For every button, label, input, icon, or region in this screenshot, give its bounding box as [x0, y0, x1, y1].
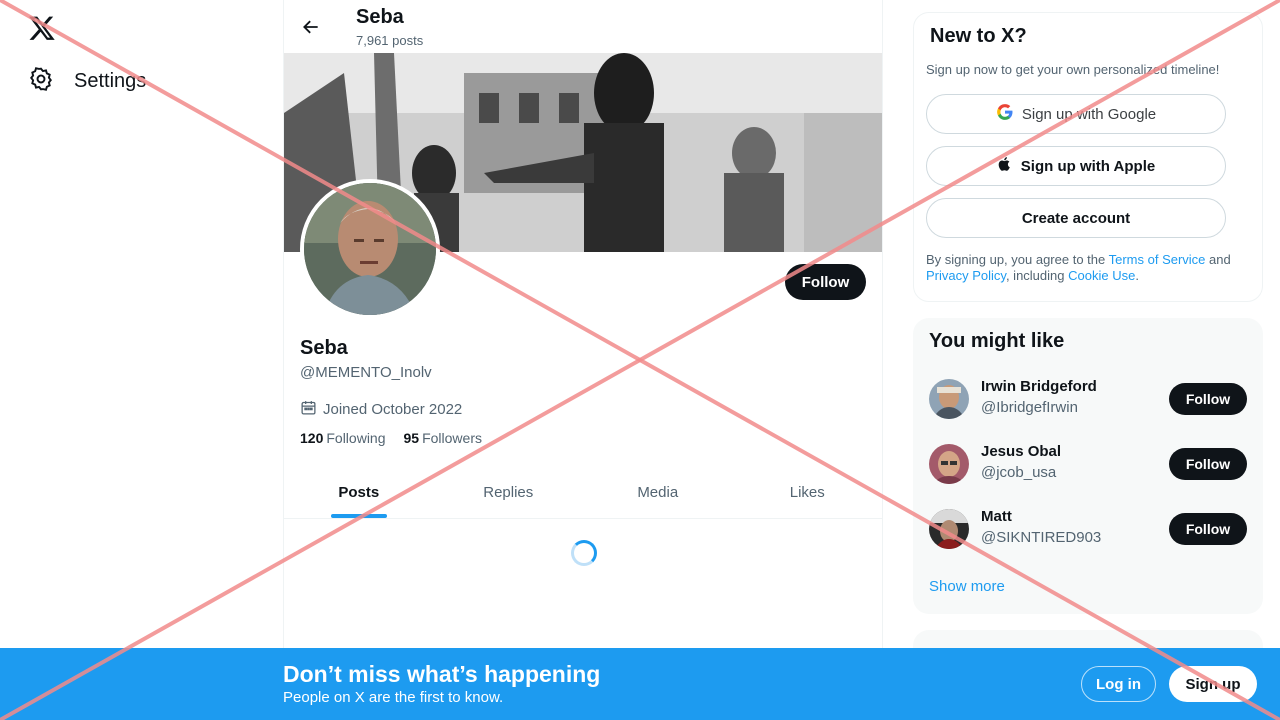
follow-button[interactable]: Follow [1169, 448, 1247, 480]
might-like-title: You might like [929, 330, 1065, 352]
header-posts-count: 7,961 posts [356, 33, 424, 48]
profile-avatar[interactable] [300, 179, 440, 319]
profile-tabs: Posts Replies Media Likes [284, 466, 882, 519]
loading-spinner-icon [571, 540, 597, 566]
signup-google-button[interactable]: Sign up with Google [926, 94, 1226, 134]
settings-label: Settings [74, 70, 147, 92]
tab-replies[interactable]: Replies [434, 466, 584, 518]
profile-stats: 120 Following 95 Followers [300, 430, 482, 446]
legal-prefix: By signing up, you agree to the [926, 252, 1109, 267]
suggested-user[interactable]: Matt @SIKNTIRED903 Follow [929, 505, 1247, 555]
tab-media[interactable]: Media [583, 466, 733, 518]
left-nav: Settings [0, 0, 283, 720]
create-account-label: Create account [1021, 209, 1131, 227]
suggested-user[interactable]: Jesus Obal @jcob_usa Follow [929, 440, 1247, 490]
suggested-user-handle: @IbridgefIrwin [981, 399, 1078, 416]
following-label: Following [326, 430, 386, 446]
show-more-link[interactable]: Show more [929, 578, 1005, 595]
x-logo-icon[interactable] [28, 14, 56, 42]
signup-panel: New to X? Sign up now to get your own pe… [913, 12, 1263, 302]
who-to-follow-panel: You might like Irwin Bridgeford @Ibridge… [913, 318, 1263, 614]
followers-label: Followers [422, 430, 482, 446]
privacy-link[interactable]: Privacy Policy [926, 268, 1006, 283]
signup-subtitle: Sign up now to get your own personalized… [926, 62, 1220, 77]
legal-end: . [1135, 268, 1139, 283]
tab-posts-label: Posts [338, 483, 380, 501]
tab-posts[interactable]: Posts [284, 466, 434, 518]
apple-logo-icon [997, 155, 1013, 177]
create-account-button[interactable]: Create account [926, 198, 1226, 238]
banner-title: Don’t miss what’s happening [283, 661, 601, 687]
suggested-user-name: Matt [981, 508, 1012, 525]
follow-button[interactable]: Follow [1169, 513, 1247, 545]
signup-legal-text: By signing up, you agree to the Terms of… [926, 252, 1256, 284]
signup-apple-label: Sign up with Apple [1020, 157, 1156, 175]
followers-link[interactable]: 95 Followers [404, 430, 482, 446]
signup-button[interactable]: Sign up [1169, 666, 1257, 702]
profile-handle: @MEMENTO_Inolv [300, 364, 432, 381]
follow-button[interactable]: Follow [785, 264, 866, 300]
cookie-link[interactable]: Cookie Use [1068, 268, 1135, 283]
google-logo-icon [996, 103, 1014, 125]
profile-column: Seba 7,961 posts Follow Seba @MEMENTO_In… [283, 0, 883, 720]
tab-replies-label: Replies [483, 483, 534, 501]
header-name: Seba [356, 6, 404, 28]
signup-google-label: Sign up with Google [1021, 105, 1157, 123]
banner-subtitle: People on X are the first to know. [283, 689, 504, 706]
login-button[interactable]: Log in [1081, 666, 1156, 702]
suggested-user-name: Jesus Obal [981, 443, 1062, 460]
joined-text: Joined October 2022 [323, 401, 463, 418]
terms-link[interactable]: Terms of Service [1109, 252, 1206, 267]
tab-media-label: Media [637, 483, 679, 501]
tab-likes[interactable]: Likes [733, 466, 883, 518]
joined-date: Joined October 2022 [300, 399, 462, 420]
suggested-user[interactable]: Irwin Bridgeford @IbridgefIrwin Follow [929, 375, 1247, 425]
gear-icon [28, 66, 54, 97]
tab-likes-label: Likes [789, 483, 825, 501]
suggested-user-handle: @jcob_usa [981, 464, 1057, 481]
signup-apple-button[interactable]: Sign up with Apple [926, 146, 1226, 186]
avatar [929, 509, 969, 549]
profile-header-bar: Seba 7,961 posts [284, 0, 884, 53]
signup-prompt-banner: Don’t miss what’s happening People on X … [0, 648, 1280, 720]
legal-and: and [1205, 252, 1231, 267]
followers-count: 95 [403, 430, 420, 446]
avatar [929, 444, 969, 484]
following-link[interactable]: 120 Following [300, 430, 386, 446]
follow-button[interactable]: Follow [1169, 383, 1247, 415]
following-count: 120 [300, 430, 324, 446]
x-profile-page: Settings Seba 7,961 posts Follow Seba @M… [0, 0, 1280, 720]
signup-title: New to X? [930, 25, 1027, 47]
profile-name: Seba [300, 337, 348, 359]
active-tab-indicator [330, 514, 387, 518]
suggested-user-name: Irwin Bridgeford [981, 378, 1097, 395]
nav-settings[interactable]: Settings [28, 66, 146, 97]
calendar-icon [300, 399, 317, 420]
legal-including: , including [1005, 268, 1069, 283]
suggested-user-handle: @SIKNTIRED903 [981, 529, 1102, 546]
avatar [929, 379, 969, 419]
back-arrow-icon[interactable] [298, 14, 324, 40]
